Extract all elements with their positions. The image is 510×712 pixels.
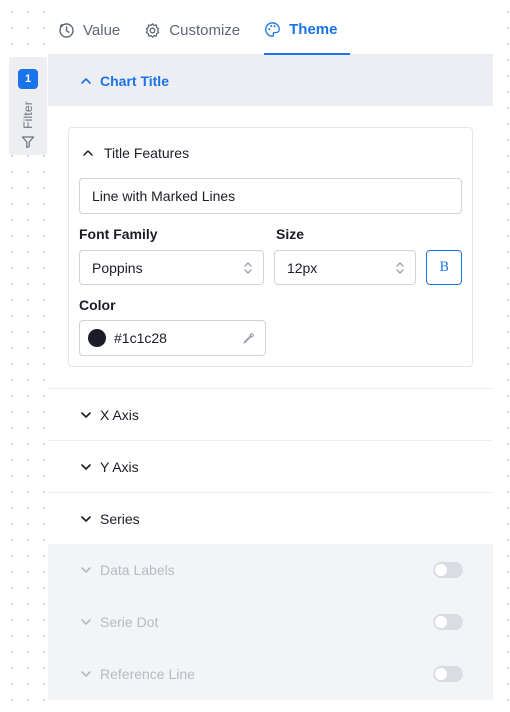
serie-dot-toggle[interactable] xyxy=(433,614,463,630)
chevron-down-icon xyxy=(81,463,91,470)
filter-label: Filter xyxy=(21,101,35,129)
filter-tab[interactable]: 1 Filter xyxy=(9,57,47,155)
reference-line-section-toggle: Reference Line xyxy=(48,648,493,700)
filter-count-badge: 1 xyxy=(18,69,38,89)
data-labels-section-toggle: Data Labels xyxy=(48,544,493,596)
data-labels-toggle[interactable] xyxy=(433,562,463,578)
eyedropper-icon[interactable] xyxy=(242,332,255,345)
tab-theme[interactable]: Theme xyxy=(264,6,351,55)
chevron-down-icon xyxy=(81,567,91,573)
y-axis-section-toggle[interactable]: Y Axis xyxy=(48,440,493,492)
color-hex-value: #1c1c28 xyxy=(114,330,167,346)
tab-customize[interactable]: Customize xyxy=(144,6,252,54)
tab-theme-label: Theme xyxy=(289,21,338,38)
color-label: Color xyxy=(79,297,116,313)
tab-value[interactable]: Value xyxy=(58,6,132,54)
title-features-toggle[interactable]: Title Features xyxy=(79,128,462,178)
palette-icon xyxy=(265,22,280,37)
select-arrows-icon xyxy=(244,261,252,274)
filter-icon xyxy=(21,136,35,148)
chart-title-section-toggle[interactable]: Chart Title xyxy=(48,55,493,106)
chevron-down-icon xyxy=(81,619,91,625)
select-arrows-icon xyxy=(396,261,405,274)
chart-title-input[interactable] xyxy=(79,178,462,214)
tab-customize-label: Customize xyxy=(169,21,241,39)
title-features-card: Title Features Font Family Size Poppins … xyxy=(68,127,473,367)
series-section-toggle[interactable]: Series xyxy=(48,492,493,544)
size-label: Size xyxy=(276,226,305,242)
font-family-label: Font Family xyxy=(79,226,158,242)
clock-icon xyxy=(59,22,74,38)
settings-panel: Value Customize Theme Chart Title Title … xyxy=(48,6,493,712)
chevron-up-icon xyxy=(83,150,93,156)
chart-title-section-label: Chart Title xyxy=(100,72,169,89)
chevron-up-icon xyxy=(81,77,91,84)
bold-toggle-button[interactable]: B xyxy=(426,250,462,285)
font-size-value: 12px xyxy=(286,259,318,276)
font-family-value: Poppins xyxy=(92,259,143,276)
chevron-down-icon xyxy=(81,411,91,418)
reference-line-toggle[interactable] xyxy=(433,666,463,682)
data-labels-section-label: Data Labels xyxy=(100,562,175,578)
font-family-select[interactable]: Poppins xyxy=(79,250,264,285)
font-row-labels: Font Family Size xyxy=(79,226,462,242)
tab-bar: Value Customize Theme xyxy=(48,6,493,55)
series-section-label: Series xyxy=(100,510,140,527)
chevron-down-icon xyxy=(81,671,91,677)
chevron-down-icon xyxy=(81,515,91,522)
serie-dot-section-toggle: Serie Dot xyxy=(48,596,493,648)
gear-icon xyxy=(146,22,160,38)
title-features-label: Title Features xyxy=(104,145,190,161)
reference-line-section-label: Reference Line xyxy=(100,666,195,682)
font-size-select[interactable]: 12px xyxy=(273,250,417,285)
tab-value-label: Value xyxy=(83,21,121,39)
font-controls: Poppins 12px B xyxy=(79,250,462,285)
x-axis-section-toggle[interactable]: X Axis xyxy=(48,388,493,440)
x-axis-section-label: X Axis xyxy=(100,406,139,423)
color-swatch[interactable] xyxy=(88,329,106,347)
color-picker-field[interactable]: #1c1c28 xyxy=(79,320,266,356)
y-axis-section-label: Y Axis xyxy=(100,458,139,475)
serie-dot-section-label: Serie Dot xyxy=(100,614,159,630)
